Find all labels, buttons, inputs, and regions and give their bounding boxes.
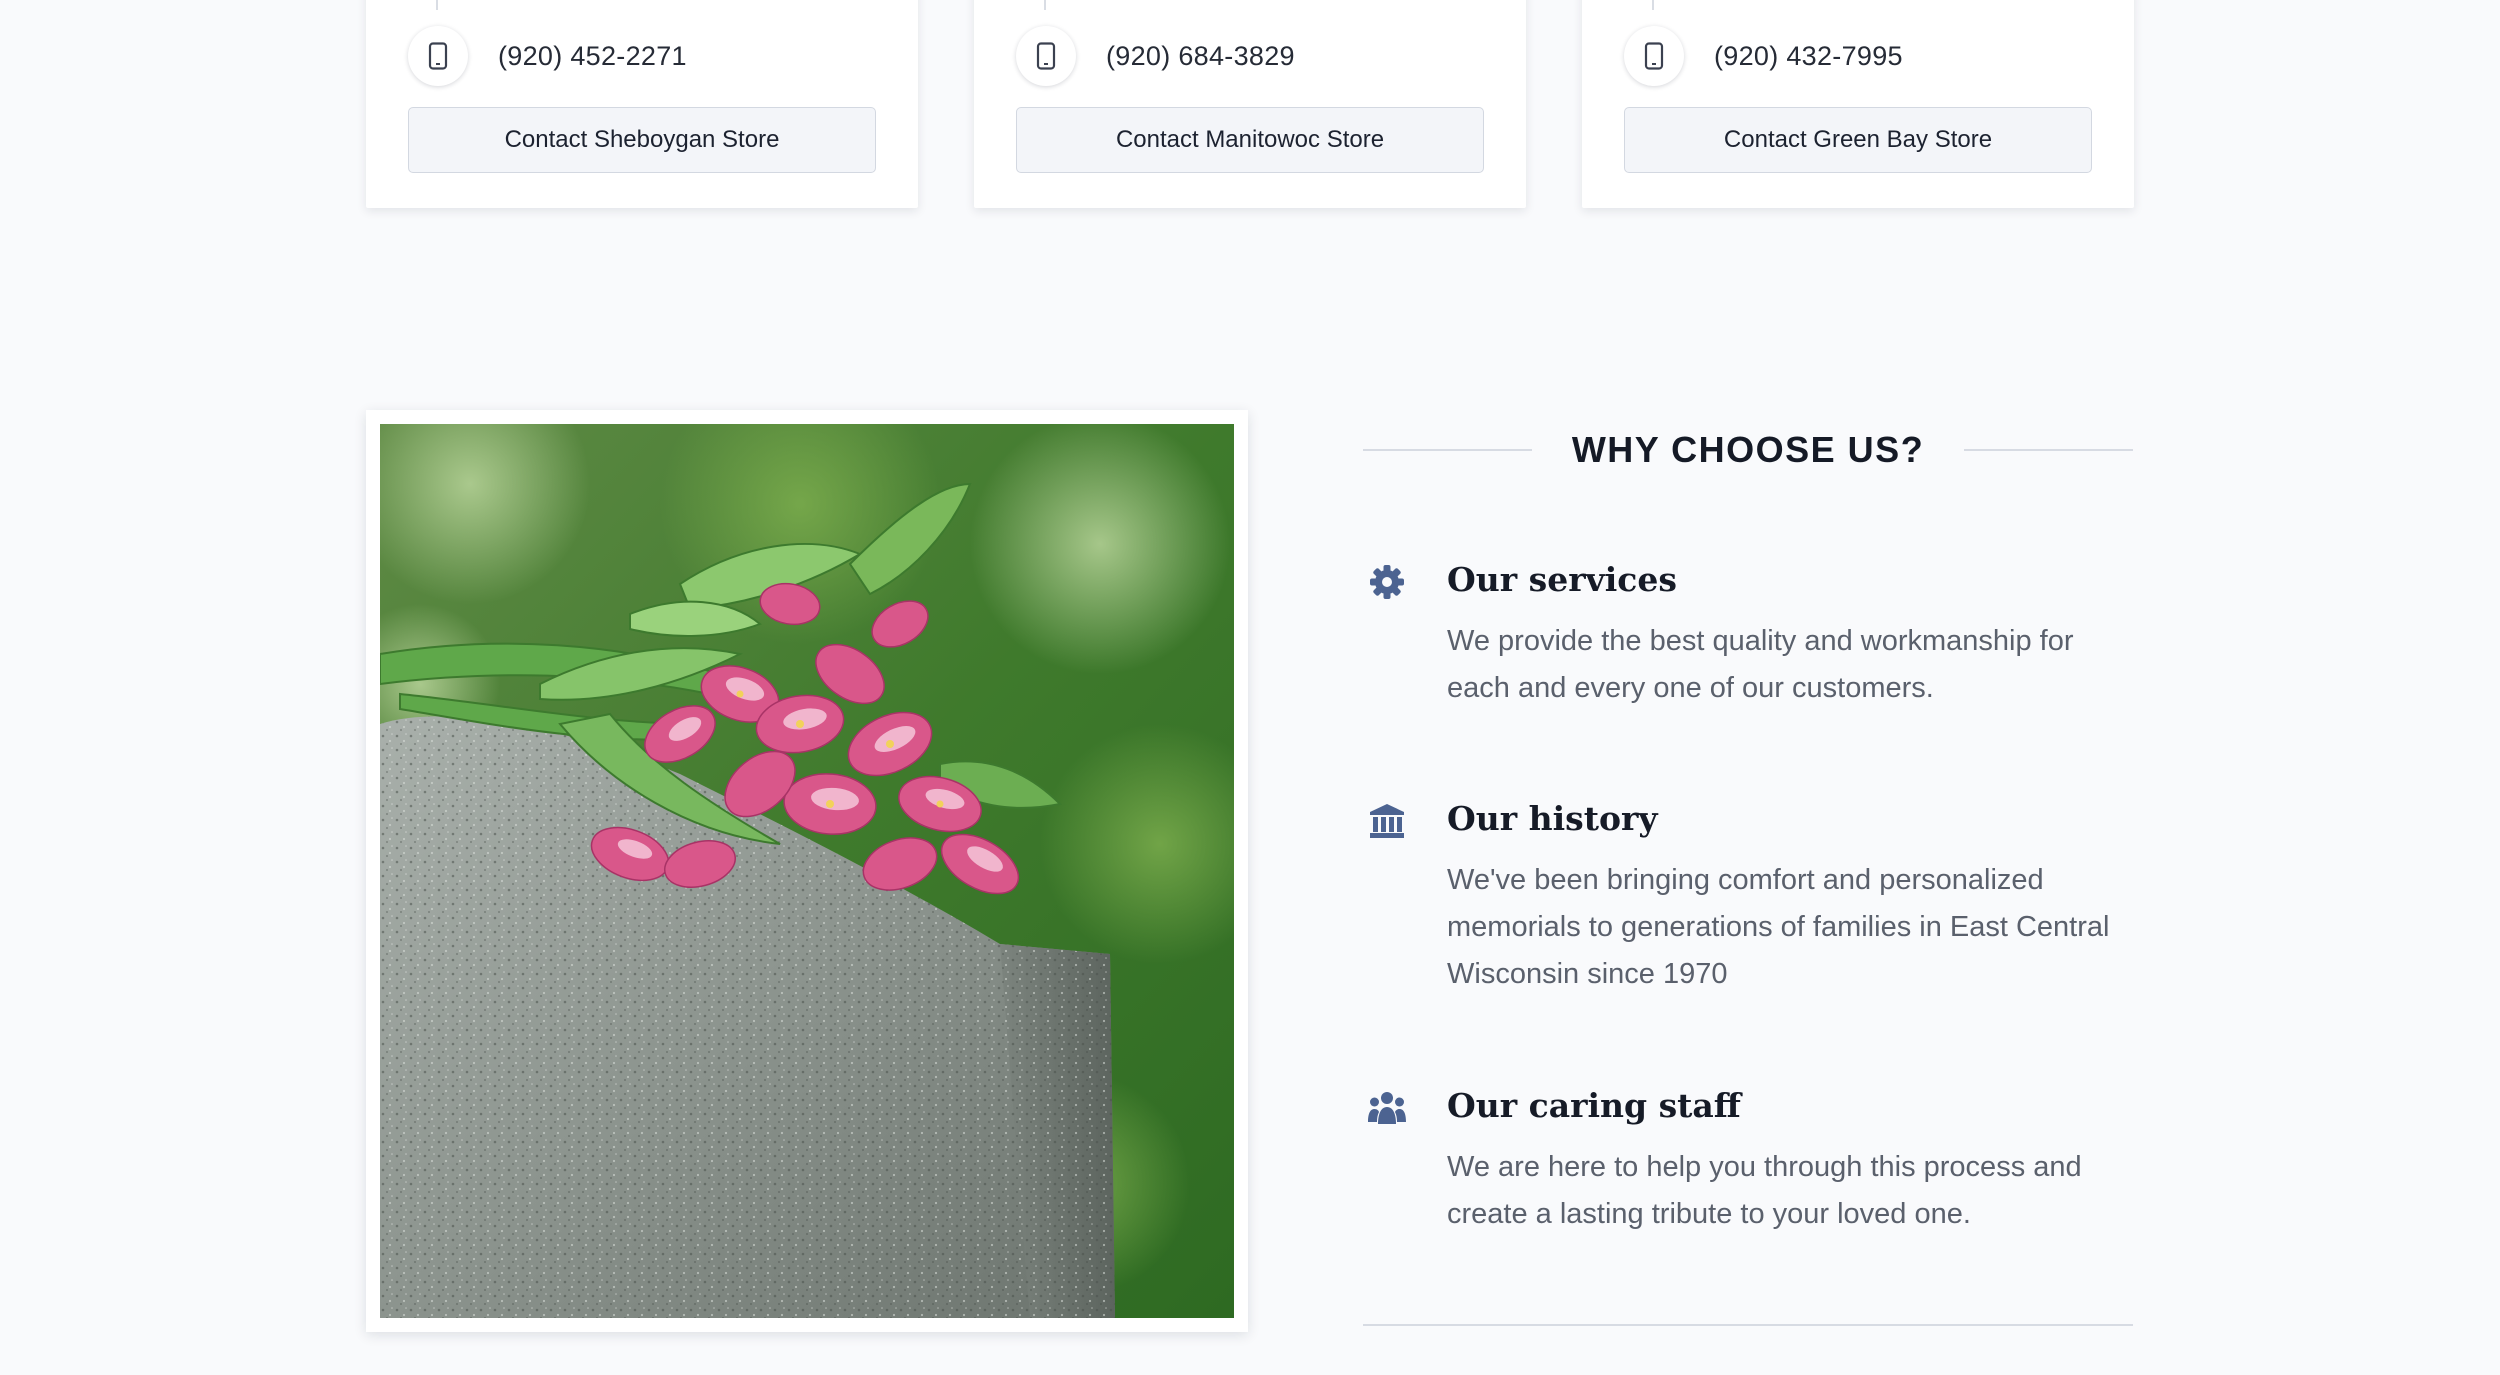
card-divider-stub <box>436 0 438 10</box>
museum-icon <box>1367 801 1407 841</box>
heading-rule-left <box>1363 449 1532 451</box>
people-icon <box>1367 1088 1407 1128</box>
section-title: WHY CHOOSE US? <box>1571 429 1925 470</box>
flowers-on-headstone-image <box>380 424 1234 1318</box>
phone-icon <box>1624 26 1684 86</box>
phone-row[interactable]: (920) 432-7995 <box>1624 26 1903 86</box>
contact-manitowoc-button[interactable]: Contact Manitowoc Store <box>1016 107 1484 173</box>
gear-icon <box>1367 562 1407 602</box>
feature-description: We are here to help you through this pro… <box>1447 1151 2082 1230</box>
contact-sheboygan-button[interactable]: Contact Sheboygan Store <box>408 107 876 173</box>
section-bottom-rule <box>1363 1324 2133 1326</box>
heading-rule-right <box>1964 449 2133 451</box>
phone-row[interactable]: (920) 684-3829 <box>1016 26 1295 86</box>
card-divider-stub <box>1044 0 1046 10</box>
why-choose-us-section: WHY CHOOSE US? Our services We provide t… <box>1363 420 2133 1328</box>
feature-description: We've been bringing comfort and personal… <box>1447 864 2110 990</box>
store-card-green-bay: (920) 432-7995 Contact Green Bay Store <box>1582 0 2134 208</box>
section-heading: WHY CHOOSE US? <box>1363 420 2133 480</box>
phone-number[interactable]: (920) 432-7995 <box>1714 41 1903 72</box>
feature-title: Our caring staff <box>1447 1086 1741 1125</box>
store-card-manitowoc: (920) 684-3829 Contact Manitowoc Store <box>974 0 1526 208</box>
store-card-sheboygan: (920) 452-2271 Contact Sheboygan Store <box>366 0 918 208</box>
card-divider-stub <box>1652 0 1654 10</box>
feature-title: Our history <box>1447 799 1658 838</box>
phone-icon <box>408 26 468 86</box>
phone-icon <box>1016 26 1076 86</box>
feature-title: Our services <box>1447 560 1677 599</box>
phone-row[interactable]: (920) 452-2271 <box>408 26 687 86</box>
phone-number[interactable]: (920) 684-3829 <box>1106 41 1295 72</box>
memorial-photo <box>366 410 1248 1332</box>
contact-green-bay-button[interactable]: Contact Green Bay Store <box>1624 107 2092 173</box>
feature-description: We provide the best quality and workmans… <box>1447 625 2074 704</box>
store-cards: (920) 452-2271 Contact Sheboygan Store (… <box>366 0 2134 208</box>
phone-number[interactable]: (920) 452-2271 <box>498 41 687 72</box>
